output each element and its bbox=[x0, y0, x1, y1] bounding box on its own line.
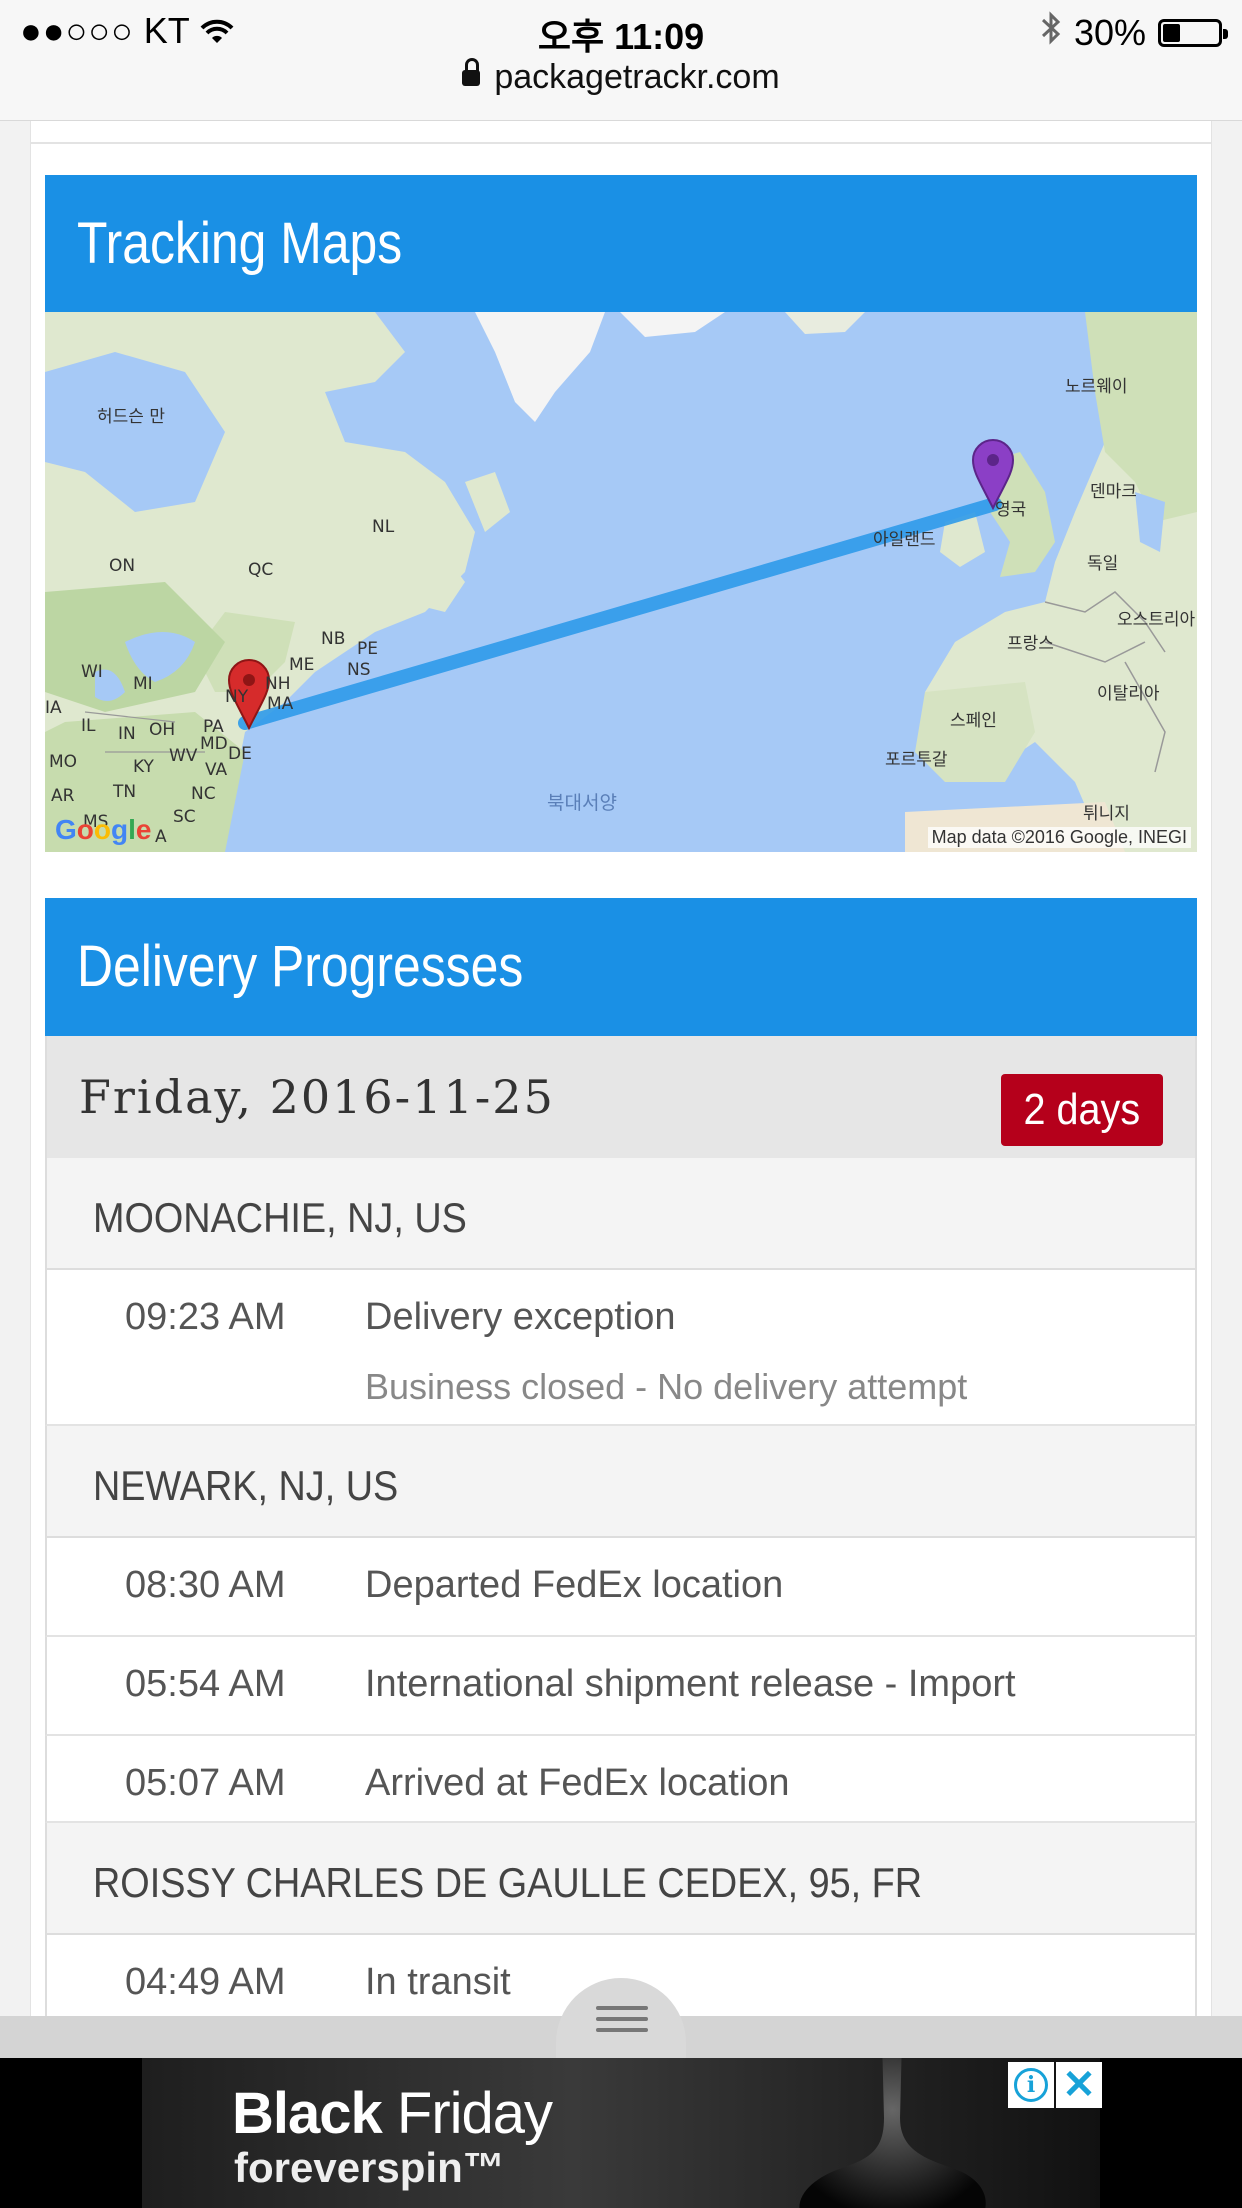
days-badge: 2 days bbox=[1001, 1074, 1163, 1146]
event-row: 09:23 AM Delivery exception Business clo… bbox=[45, 1270, 1197, 1426]
map-label: 오스트리아 bbox=[1117, 610, 1196, 630]
map-label: ME bbox=[289, 655, 315, 675]
map-label: MD bbox=[200, 734, 228, 754]
map-label: WV bbox=[169, 746, 198, 766]
map-label: 포르투갈 bbox=[885, 750, 948, 770]
event-description: In transit bbox=[365, 1961, 511, 2003]
event-time: 05:07 AM bbox=[125, 1762, 286, 1804]
map-label: NY bbox=[225, 687, 249, 707]
url-text: packagetrackr.com bbox=[494, 58, 780, 96]
event-row: 08:30 AM Departed FedEx location bbox=[45, 1538, 1197, 1637]
map-label: WI bbox=[81, 662, 103, 682]
menu-icon bbox=[596, 2006, 648, 2039]
map-label: 허드슨 만 bbox=[97, 407, 165, 427]
map-label: IL bbox=[81, 716, 96, 736]
info-icon: i bbox=[1014, 2068, 1048, 2102]
map-label: NH bbox=[265, 674, 291, 694]
ad-drop-image bbox=[799, 2058, 986, 2208]
map-label: 덴마크 bbox=[1090, 482, 1137, 502]
map-label: NC bbox=[191, 784, 216, 804]
ad-close-button[interactable]: ✕ bbox=[1056, 2062, 1102, 2108]
map-label: TN bbox=[113, 782, 137, 802]
event-row: 05:07 AM Arrived at FedEx location bbox=[45, 1736, 1197, 1823]
location-name: MOONACHIE, NJ, US bbox=[93, 1194, 467, 1241]
event-time: 09:23 AM bbox=[125, 1296, 286, 1338]
tracking-maps-header: Tracking Maps bbox=[45, 175, 1197, 313]
map-label: IN bbox=[118, 724, 136, 744]
event-description: Departed FedEx location bbox=[365, 1564, 784, 1606]
map-label: VA bbox=[205, 760, 228, 780]
address-bar[interactable]: packagetrackr.com bbox=[0, 58, 1242, 97]
map-label: SC bbox=[173, 807, 196, 827]
status-bar: ●●○○○ KT 오후 11:09 30% packagetrackr.com bbox=[0, 0, 1242, 121]
location-name: ROISSY CHARLES DE GAULLE CEDEX, 95, FR bbox=[93, 1859, 923, 1906]
map-label: IA bbox=[45, 698, 62, 718]
divider bbox=[30, 142, 1212, 144]
battery-percent: 30% bbox=[1073, 11, 1146, 53]
event-description: International shipment release - Import bbox=[365, 1663, 1016, 1705]
ad-title: Black Friday bbox=[232, 2081, 553, 2146]
map-label: 영국 bbox=[995, 500, 1027, 520]
close-icon: ✕ bbox=[1062, 2063, 1096, 2107]
map-label: AR bbox=[51, 786, 75, 806]
location-name: NEWARK, NJ, US bbox=[93, 1462, 399, 1509]
location-row: NEWARK, NJ, US bbox=[45, 1426, 1197, 1538]
map-label: 이탈리아 bbox=[1097, 684, 1160, 704]
date-row: Friday, 2016-11-25 2 days bbox=[45, 1036, 1197, 1158]
ad-info-button[interactable]: i bbox=[1008, 2062, 1054, 2108]
map-label: ON bbox=[109, 556, 136, 576]
map-label: MA bbox=[267, 694, 294, 714]
status-right: 30% bbox=[1040, 10, 1228, 55]
map-label: KY bbox=[133, 757, 154, 777]
map-label: QC bbox=[248, 560, 274, 580]
event-time: 05:54 AM bbox=[125, 1663, 286, 1705]
map-label: NS bbox=[347, 660, 371, 680]
event-description: Delivery exception bbox=[365, 1296, 676, 1338]
map-label: NL bbox=[372, 517, 395, 537]
map-label: MO bbox=[49, 752, 78, 772]
map-label: 튀니지 bbox=[1083, 804, 1130, 824]
map-credit[interactable]: Map data ©2016 Google, INEGI bbox=[927, 827, 1191, 848]
lock-icon bbox=[462, 58, 481, 86]
map-label: A bbox=[155, 827, 167, 847]
ad-subtitle: foreverspin™ bbox=[234, 2144, 505, 2191]
map-label: 노르웨이 bbox=[1065, 377, 1128, 397]
map-label: NB bbox=[321, 629, 346, 649]
ad-creative[interactable]: Black Friday foreverspin™ bbox=[142, 2058, 1100, 2208]
map-label: DE bbox=[228, 744, 252, 764]
bluetooth-icon bbox=[1040, 10, 1062, 55]
map-label: 스페인 bbox=[950, 711, 997, 731]
location-row: ROISSY CHARLES DE GAULLE CEDEX, 95, FR bbox=[45, 1823, 1197, 1935]
google-logo: Google bbox=[55, 814, 152, 845]
map-label: PE bbox=[357, 639, 378, 659]
event-row: 05:54 AM International shipment release … bbox=[45, 1637, 1197, 1736]
event-description: Arrived at FedEx location bbox=[365, 1762, 790, 1804]
map-label: 프랑스 bbox=[1007, 634, 1054, 654]
delivery-progresses-title: Delivery Progresses bbox=[77, 934, 524, 999]
map-label: 독일 bbox=[1087, 554, 1119, 574]
tracking-maps-title: Tracking Maps bbox=[77, 211, 403, 276]
delivery-date: Friday, 2016-11-25 bbox=[79, 1070, 555, 1124]
event-time: 04:49 AM bbox=[125, 1961, 286, 2003]
map-label: 아일랜드 bbox=[873, 530, 936, 550]
delivery-progresses-header: Delivery Progresses bbox=[45, 898, 1197, 1036]
event-time: 08:30 AM bbox=[125, 1564, 286, 1606]
map-label: 북대서양 bbox=[547, 792, 617, 814]
battery-icon bbox=[1158, 18, 1228, 47]
map-label: OH bbox=[149, 720, 176, 740]
location-row: MOONACHIE, NJ, US bbox=[45, 1158, 1197, 1270]
map-label: MI bbox=[133, 674, 153, 694]
tracking-map[interactable]: 허드슨 만 북대서양 노르웨이 덴마크 영국 아일랜드 독일 프랑스 오스트리아… bbox=[45, 312, 1197, 852]
event-detail: Business closed - No delivery attempt bbox=[365, 1366, 968, 1407]
